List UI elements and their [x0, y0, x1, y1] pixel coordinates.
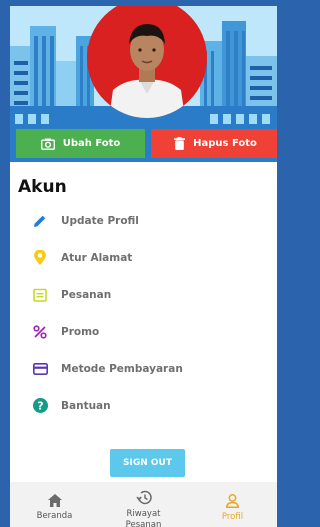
menu-item-label: Pesanan	[61, 288, 112, 301]
nav-label: Profil	[221, 512, 244, 522]
help-circle-icon: ?	[32, 398, 48, 414]
receipt-icon	[32, 287, 48, 303]
nav-item-history[interactable]: Riwayat Pesanan	[99, 482, 188, 527]
home-icon	[47, 494, 62, 507]
nav-label: Beranda	[36, 511, 73, 521]
change-photo-button[interactable]: Ubah Foto	[16, 129, 145, 158]
menu-item-promo[interactable]: Promo	[10, 313, 277, 350]
percent-icon	[32, 324, 48, 340]
nav-item-profile[interactable]: Profil	[188, 482, 277, 527]
nav-item-home[interactable]: Beranda	[10, 482, 99, 527]
menu-item-label: Metode Pembayaran	[61, 362, 183, 375]
menu-item-orders[interactable]: Pesanan	[10, 276, 277, 313]
account-menu: Update Profil Atur Alamat Pesanan Promo …	[10, 202, 277, 424]
menu-item-label: Bantuan	[61, 399, 111, 412]
camera-icon	[40, 138, 55, 150]
credit-card-icon	[32, 361, 48, 377]
menu-item-payment-method[interactable]: Metode Pembayaran	[10, 350, 277, 387]
menu-item-update-profile[interactable]: Update Profil	[10, 202, 277, 239]
nav-label: Riwayat Pesanan	[125, 509, 162, 527]
delete-photo-label: Hapus Foto	[193, 138, 257, 149]
delete-photo-button[interactable]: Hapus Foto	[151, 129, 277, 158]
account-section-title: Akun	[18, 177, 67, 197]
menu-item-help[interactable]: ? Bantuan	[10, 387, 277, 424]
phone-screen: Ubah Foto Hapus Foto Akun Update Profil …	[10, 6, 277, 527]
menu-item-label: Promo	[61, 325, 100, 338]
history-icon	[135, 490, 152, 505]
trash-icon	[174, 137, 186, 150]
pencil-icon	[32, 213, 48, 229]
bottom-navigation: Beranda Riwayat Pesanan Profil	[10, 482, 277, 527]
profile-avatar	[87, 6, 207, 118]
location-pin-icon	[32, 250, 48, 266]
menu-item-label: Update Profil	[61, 214, 139, 227]
sign-out-button[interactable]: SIGN OUT	[110, 449, 185, 477]
change-photo-label: Ubah Foto	[62, 138, 121, 149]
person-photo	[109, 24, 185, 118]
menu-item-address[interactable]: Atur Alamat	[10, 239, 277, 276]
menu-item-label: Atur Alamat	[61, 251, 133, 264]
person-icon	[226, 494, 239, 508]
svg-text:?: ?	[37, 399, 43, 412]
